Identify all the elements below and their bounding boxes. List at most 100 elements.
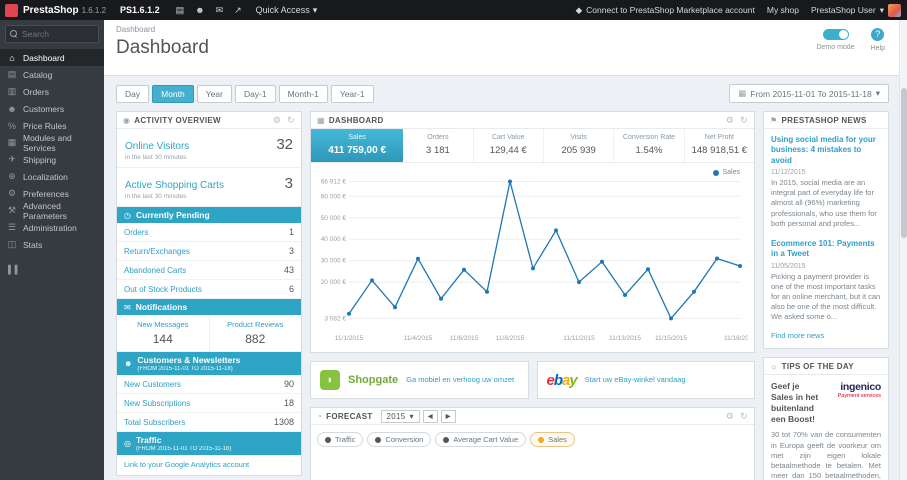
date-range-picker[interactable]: ▦ From 2015-11-01 To 2015-11-18 ▾ <box>729 84 889 103</box>
legend-dot-icon <box>375 436 382 443</box>
kpi-sales[interactable]: Sales 411 759,00 € <box>311 129 404 162</box>
range-year-1-button[interactable]: Year-1 <box>330 84 374 103</box>
search-input[interactable] <box>22 29 94 39</box>
sidebar-item-preferences[interactable]: ⚙ Preferences <box>0 185 104 202</box>
shopgate-promo[interactable]: ◗ Shopgate Ga mobiel en verhoog uw omzet <box>310 361 529 399</box>
sidebar-item-advanced-parameters[interactable]: ⚒ Advanced Parameters <box>0 201 104 221</box>
shopgate-link[interactable]: Ga mobiel en verhoog uw omzet <box>406 375 514 384</box>
news-item-excerpt: In 2015, social media are an integral pa… <box>771 178 877 228</box>
marketplace-link[interactable]: ◆ Connect to PrestaShop Marketplace acco… <box>576 5 755 16</box>
sidebar-item-shipping[interactable]: ✈ Shipping <box>0 151 104 168</box>
kpi-conversion-rate[interactable]: Conversion Rate 1.54% <box>614 129 685 162</box>
scrollbar-thumb[interactable] <box>901 88 907 238</box>
forecast-panel: ◔ FORECAST 2015 ▾ ◀ ▶ ⚙ ↻ Traffic Conver… <box>310 407 755 480</box>
refresh-icon[interactable]: ↻ <box>740 411 748 422</box>
sidebar-item-administration[interactable]: ☰ Administration <box>0 219 104 236</box>
active-carts-link[interactable]: Active Shopping Carts <box>125 180 224 191</box>
kpi-label: Net Profit <box>704 134 734 141</box>
localization-icon: ⊕ <box>8 171 16 181</box>
dashboard-panel: ▦ DASHBOARD ⚙ ↻ Sales 411 759,00 € Order… <box>310 111 755 353</box>
new-messages-cell[interactable]: New Messages 144 <box>117 315 209 351</box>
support-icon[interactable]: ↗ <box>234 5 242 16</box>
kpi-cart-value[interactable]: Cart Value 129,44 € <box>474 129 544 162</box>
news-item-title-link[interactable]: Ecommerce 101: Payments in a Tweet <box>771 239 881 260</box>
news-item-date: 11/12/2015 <box>771 169 806 177</box>
chart-legend[interactable]: Sales <box>713 169 740 176</box>
sidebar-item-dashboard[interactable]: ⌂ Dashboard <box>0 49 104 66</box>
ingenico-tagline: Payment services <box>837 393 881 400</box>
forecast-legend-sales[interactable]: Sales <box>530 432 575 447</box>
help-icon[interactable]: ? <box>871 28 885 41</box>
kpi-value: 148 918,51 € <box>691 145 748 156</box>
user-menu[interactable]: PrestaShop User ▾ <box>811 3 901 17</box>
out-of-stock-link[interactable]: Out of Stock Products <box>124 285 202 294</box>
news-item: Ecommerce 101: Payments in a Tweet 11/05… <box>764 233 888 326</box>
kpi-label: Visits <box>570 134 587 141</box>
svg-text:60 000 €: 60 000 € <box>321 193 347 200</box>
find-more-news-link[interactable]: Find more news <box>764 326 888 348</box>
sidebar-item-customers[interactable]: ☻ Customers <box>0 100 104 117</box>
range-month-button[interactable]: Month <box>152 84 194 103</box>
gear-icon[interactable]: ⚙ <box>726 411 734 422</box>
pending-returns-link[interactable]: Return/Exchanges <box>124 247 190 256</box>
demo-mode-toggle[interactable] <box>822 29 849 40</box>
gear-icon[interactable]: ⚙ <box>273 115 281 126</box>
mail-icon[interactable]: ✉ <box>216 5 224 16</box>
google-analytics-link[interactable]: Link to your Google Analytics account <box>117 455 301 475</box>
new-subscriptions-link[interactable]: New Subscriptions <box>124 399 190 408</box>
catalog-icon: ▤ <box>7 69 17 79</box>
range-month-1-button[interactable]: Month-1 <box>278 84 328 103</box>
cart-icon[interactable]: ▤ <box>176 5 185 16</box>
forecast-prev-button[interactable]: ◀ <box>422 409 438 423</box>
kpi-net-profit[interactable]: Net Profit 148 918,51 € <box>685 129 754 162</box>
gear-icon[interactable]: ⚙ <box>726 115 734 126</box>
forecast-legend-traffic[interactable]: Traffic <box>317 432 364 447</box>
breadcrumb[interactable]: Dashboard <box>104 20 899 34</box>
news-item-title-link[interactable]: Using social media for your business: 4 … <box>771 135 881 166</box>
refresh-icon[interactable]: ↻ <box>740 115 748 126</box>
product-reviews-cell[interactable]: Product Reviews 882 <box>208 315 302 351</box>
legend-label: Average Cart Value <box>453 435 519 444</box>
kpi-orders[interactable]: Orders 3 181 <box>403 129 474 162</box>
total-subscribers-link[interactable]: Total Subscribers <box>124 418 185 427</box>
tips-panel-title: TIPS OF THE DAY <box>781 361 854 371</box>
pending-orders-link[interactable]: Orders <box>124 228 148 237</box>
sidebar: ⌂ Dashboard ▤ Catalog ▥ Orders ☻ Custome… <box>0 20 104 480</box>
sidebar-item-stats[interactable]: ◫ Stats <box>0 236 104 253</box>
new-customers-link[interactable]: New Customers <box>124 380 181 389</box>
my-shop-link[interactable]: My shop <box>767 5 799 15</box>
profile-icon[interactable]: ☻ <box>195 5 204 16</box>
sidebar-item-orders[interactable]: ▥ Orders <box>0 83 104 100</box>
shop-name[interactable]: PS1.6.1.2 <box>120 5 160 15</box>
sidebar-item-price-rules[interactable]: % Price Rules <box>0 117 104 134</box>
online-visitors-link[interactable]: Online Visitors <box>125 141 189 152</box>
ebay-link[interactable]: Start uw eBay-winkel vandaag <box>585 375 686 384</box>
modules-icon: ▦ <box>7 137 17 147</box>
forecast-next-button[interactable]: ▶ <box>440 409 456 423</box>
forecast-legend-average-cart-value[interactable]: Average Cart Value <box>435 432 527 447</box>
sidebar-collapse-icon[interactable]: ▌▌ <box>0 265 104 274</box>
range-year-button[interactable]: Year <box>196 84 232 103</box>
refresh-icon[interactable]: ↻ <box>287 115 295 126</box>
kpi-visits[interactable]: Visits 205 939 <box>544 129 615 162</box>
sidebar-item-catalog[interactable]: ▤ Catalog <box>0 66 104 83</box>
tips-of-the-day-panel: ☼ TIPS OF THE DAY Geef je Sales in het b… <box>763 357 889 480</box>
customers-newsletters-range: (FROM 2015-11-01 TO 2015-11-18) <box>137 366 233 372</box>
forecast-year-select[interactable]: 2015 ▾ <box>380 409 420 423</box>
range-day-1-button[interactable]: Day-1 <box>234 84 276 103</box>
svg-text:66 912 €: 66 912 € <box>321 179 347 186</box>
forecast-icon: ◔ <box>317 411 323 421</box>
kpi-value: 411 759,00 € <box>328 145 387 156</box>
chevron-down-icon: ▾ <box>875 88 880 98</box>
page-scrollbar[interactable] <box>899 20 907 480</box>
sidebar-search[interactable] <box>5 25 99 43</box>
sidebar-item-modules[interactable]: ▦ Modules and Services <box>0 133 104 153</box>
quick-access-menu[interactable]: Quick Access ▾ <box>256 5 318 16</box>
prestashop-logo[interactable] <box>5 3 18 17</box>
sidebar-item-label: Shipping <box>23 154 57 165</box>
range-day-button[interactable]: Day <box>116 84 150 103</box>
sidebar-item-localization[interactable]: ⊕ Localization <box>0 168 104 185</box>
forecast-legend-conversion[interactable]: Conversion <box>367 432 432 447</box>
ebay-promo[interactable]: ebay Start uw eBay-winkel vandaag <box>536 361 755 399</box>
abandoned-carts-link[interactable]: Abandoned Carts <box>124 266 186 275</box>
